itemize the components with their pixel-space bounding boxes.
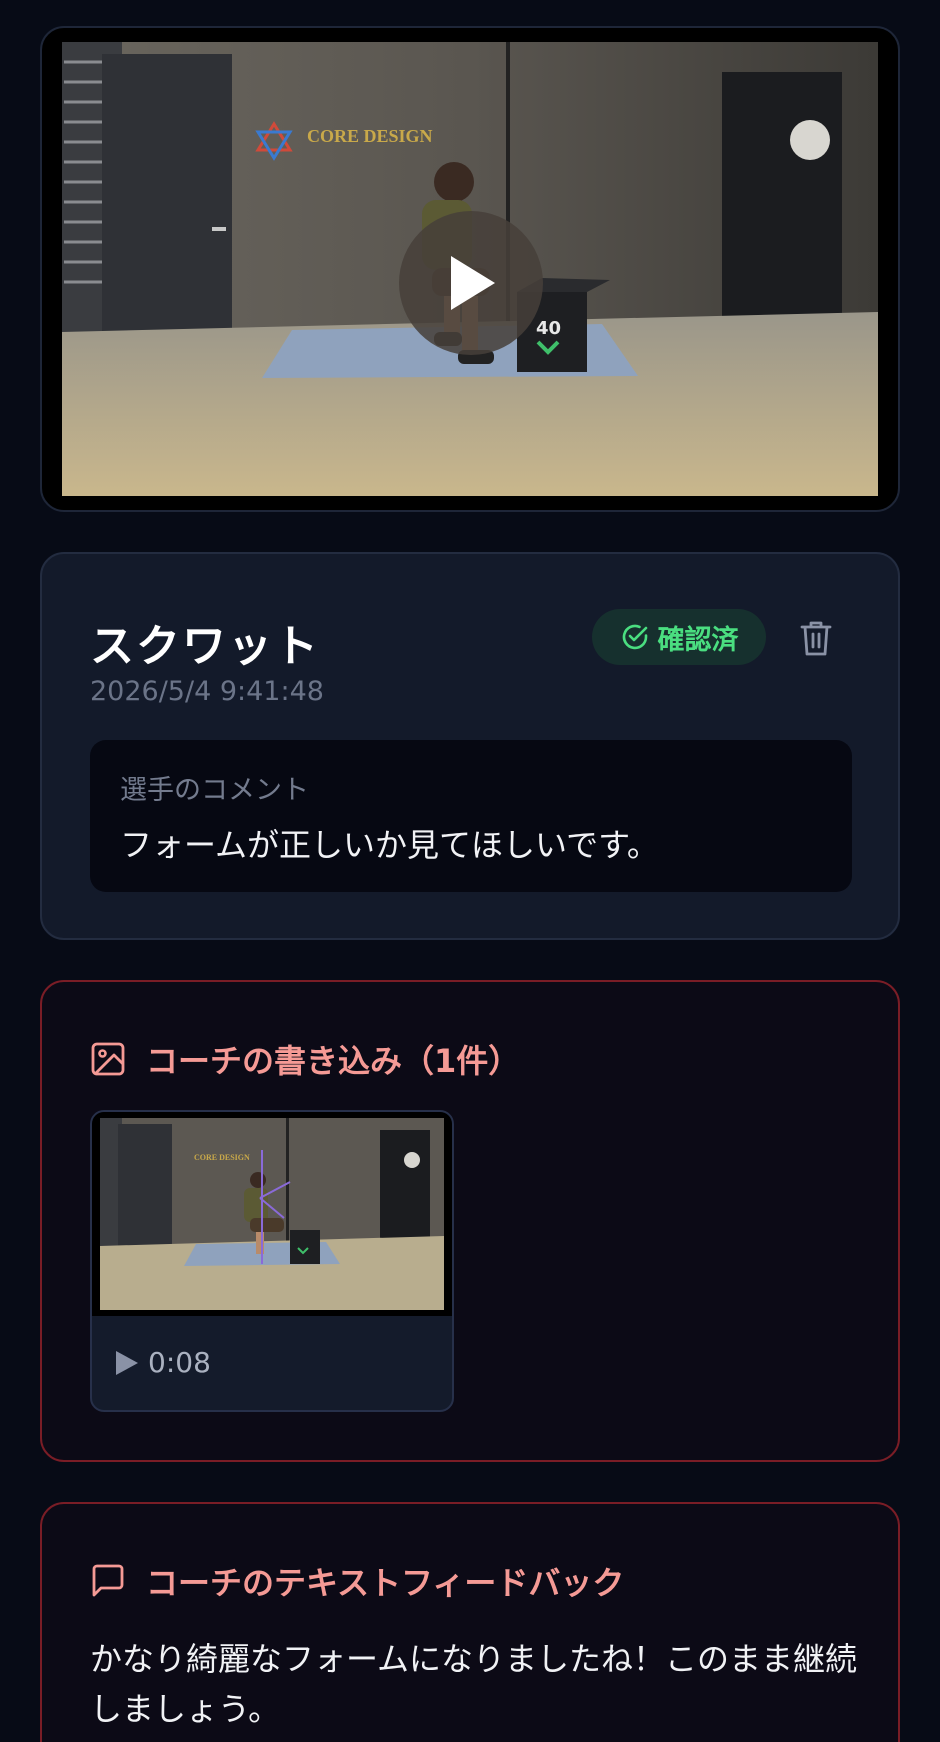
play-icon <box>451 256 495 310</box>
play-button[interactable] <box>399 211 543 355</box>
annotation-thumbnail: CORE DESIGN <box>100 1118 444 1310</box>
athlete-comment-box: 選手のコメント フォームが正しいか見てほしいです。 <box>90 740 852 892</box>
upload-timestamp: 2026/5/4 9:41:48 <box>90 676 324 707</box>
message-square-icon <box>92 1564 124 1597</box>
coach-feedback-title: コーチのテキストフィードバック <box>146 1564 625 1602</box>
athlete-comment-label: 選手のコメント <box>120 775 309 806</box>
status-badge: 確認済 <box>592 609 766 665</box>
page: CORE DESIGN 40 スクワット 2026/5/4 9:41:48 確認… <box>0 0 940 1742</box>
video-player[interactable]: CORE DESIGN 40 <box>40 26 900 512</box>
coach-feedback-text: かなり綺麗なフォームになりましたね！このまま継続しましょう。 <box>90 1640 858 1728</box>
thumbnail-wall-logo: CORE DESIGN <box>194 1153 250 1162</box>
annotation-video-item[interactable]: CORE DESIGN 0:08 <box>90 1110 454 1412</box>
status-label: 確認済 <box>657 624 739 656</box>
coach-feedback-header: コーチのテキストフィードバック <box>90 1558 624 1604</box>
annotation-thumbnail-frame: CORE DESIGN <box>92 1112 452 1316</box>
coach-annotations-title: コーチの書き込み（1件） <box>146 1042 521 1080</box>
coach-annotations-card: コーチの書き込み（1件） CORE DESIGN 0:08 <box>40 980 900 1462</box>
annotated-scene-image: CORE DESIGN <box>100 1118 444 1310</box>
athlete-comment-text: フォームが正しいか見てほしいです。 <box>120 826 659 864</box>
annotation-duration-text: 0:08 <box>148 1346 211 1379</box>
check-circle-icon <box>622 624 647 650</box>
play-icon <box>116 1350 138 1375</box>
coach-feedback-card: コーチのテキストフィードバック かなり綺麗なフォームになりましたね！このまま継続… <box>40 1502 900 1742</box>
delete-button[interactable] <box>794 616 838 660</box>
coach-annotations-header: コーチの書き込み（1件） <box>90 1036 520 1082</box>
image-icon <box>91 1042 125 1076</box>
trash-icon <box>800 621 832 656</box>
wall-logo-text: CORE DESIGN <box>307 126 433 146</box>
exercise-info-card: スクワット 2026/5/4 9:41:48 確認済 選手のコメント フォームが… <box>40 552 900 940</box>
box-label: 40 <box>536 318 561 339</box>
exercise-title: スクワット <box>90 621 320 672</box>
annotation-duration: 0:08 <box>114 1346 211 1379</box>
